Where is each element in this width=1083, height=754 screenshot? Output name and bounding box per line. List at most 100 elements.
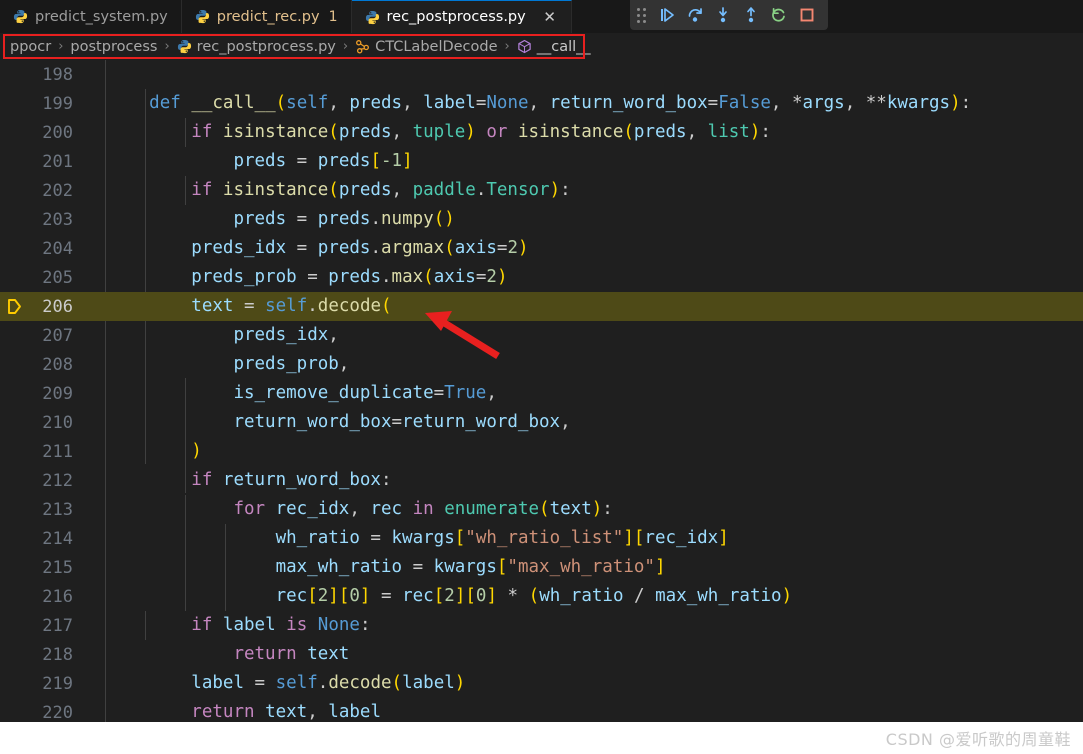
code-text: ) — [191, 441, 202, 461]
code-line-202[interactable]: 202 if isinstance(preds, paddle.Tensor): — [0, 176, 1083, 205]
line-number: 217 — [42, 615, 73, 636]
line-number: 204 — [42, 238, 73, 259]
line-number: 215 — [42, 557, 73, 578]
code-line-205[interactable]: 205 preds_prob = preds.max(axis=2) — [0, 263, 1083, 292]
tab-label: predict_system.py — [35, 8, 168, 25]
code-text: if label is None: — [191, 615, 371, 635]
line-number: 218 — [42, 644, 73, 665]
code-line-200[interactable]: 200 if isinstance(preds, tuple) or isins… — [0, 118, 1083, 147]
line-number: 200 — [42, 122, 73, 143]
code-line-215[interactable]: 215 max_wh_ratio = kwargs["max_wh_ratio"… — [0, 553, 1083, 582]
breadcrumb-item-postprocess[interactable]: postprocess — [70, 39, 157, 55]
method-icon — [518, 39, 531, 54]
breadcrumb: ppocr › postprocess › rec_postprocess.py › CTC… — [0, 33, 1083, 60]
line-number: 207 — [42, 325, 73, 346]
code-line-213[interactable]: 213 for rec_idx, rec in enumerate(text): — [0, 495, 1083, 524]
code-text: is_remove_duplicate=True, — [233, 383, 497, 403]
editor-tab-predict_rec-py[interactable]: predict_rec.py 1 — [181, 0, 352, 33]
code-line-207[interactable]: 207 preds_idx, — [0, 321, 1083, 350]
stop-button[interactable] — [794, 3, 820, 27]
line-number: 202 — [42, 180, 73, 201]
breadcrumb-item-ctclabeldecode[interactable]: CTCLabelDecode — [355, 39, 498, 55]
code-text: return text, label — [191, 702, 381, 722]
step-over-icon — [688, 8, 702, 22]
line-number: 213 — [42, 499, 73, 520]
breadcrumb-label: __call__ — [536, 38, 591, 55]
breadcrumb-label: rec_postprocess.py — [196, 38, 336, 55]
chevron-right-icon: › — [58, 39, 64, 54]
breadcrumb-item---call--[interactable]: __call__ — [517, 39, 591, 55]
breadcrumb-label: ppocr — [10, 38, 52, 55]
breadcrumb-item-ppocr[interactable]: ppocr — [10, 39, 51, 55]
code-line-211[interactable]: 211 ) — [0, 437, 1083, 466]
continue-icon — [661, 8, 674, 22]
chevron-right-icon: › — [504, 39, 510, 54]
line-number: 212 — [42, 470, 73, 491]
editor-tab-rec_postprocess-py[interactable]: rec_postprocess.py ✕ — [351, 0, 572, 33]
code-line-198[interactable]: 198 — [0, 60, 1083, 89]
code-text: preds_prob, — [233, 354, 350, 374]
code-line-199[interactable]: 199 def __call__(self, preds, label=None… — [0, 89, 1083, 118]
code-editor[interactable]: 198 199 def __call__(self, preds, label=N… — [0, 60, 1083, 722]
code-line-217[interactable]: 217 if label is None: — [0, 611, 1083, 640]
tab-badge: 1 — [328, 8, 338, 25]
code-text: return_word_box=return_word_box, — [233, 412, 571, 432]
breadcrumb-item-rec-postprocess-py[interactable]: rec_postprocess.py — [177, 39, 336, 55]
step-into-icon — [719, 7, 727, 23]
code-line-212[interactable]: 212 if return_word_box: — [0, 466, 1083, 495]
code-line-201[interactable]: 201 preds = preds[-1] — [0, 147, 1083, 176]
code-lines: 198 199 def __call__(self, preds, label=N… — [0, 60, 1083, 722]
code-text: preds_idx = preds.argmax(axis=2) — [191, 238, 529, 258]
tab-label: rec_postprocess.py — [386, 9, 526, 25]
code-text: preds = preds.numpy() — [233, 209, 455, 229]
continue-button[interactable] — [654, 3, 680, 27]
code-line-206[interactable]: 206 text = self.decode( — [0, 292, 1083, 321]
code-text: text = self.decode( — [191, 296, 392, 316]
restart-button[interactable] — [766, 3, 792, 27]
close-icon[interactable]: ✕ — [542, 9, 558, 25]
code-text: if isinstance(preds, tuple) or isinstanc… — [191, 122, 771, 142]
code-line-203[interactable]: 203 preds = preds.numpy() — [0, 205, 1083, 234]
code-text: if isinstance(preds, paddle.Tensor): — [191, 180, 571, 200]
code-line-209[interactable]: 209 is_remove_duplicate=True, — [0, 379, 1083, 408]
line-number: 198 — [42, 64, 73, 85]
line-number: 205 — [42, 267, 73, 288]
step-over-button[interactable] — [682, 3, 708, 27]
vscode-window: predict_system.py predict_rec.py 1 rec_post… — [0, 0, 1083, 754]
code-text: for rec_idx, rec in enumerate(text): — [233, 499, 613, 519]
code-line-216[interactable]: 216 rec[2][0] = rec[2][0] * (wh_ratio / … — [0, 582, 1083, 611]
code-text: return text — [233, 644, 350, 664]
page-footer: CSDN @爱听歌的周童鞋 — [0, 722, 1083, 754]
line-number: 210 — [42, 412, 73, 433]
line-number: 219 — [42, 673, 73, 694]
python-icon — [13, 9, 28, 24]
line-number: 211 — [42, 441, 73, 462]
code-text: def __call__(self, preds, label=None, re… — [149, 93, 972, 113]
code-line-210[interactable]: 210 return_word_box=return_word_box, — [0, 408, 1083, 437]
python-icon — [195, 9, 209, 24]
code-text: wh_ratio = kwargs["wh_ratio_list"][rec_i… — [275, 528, 729, 548]
python-icon — [365, 10, 379, 24]
line-number: 199 — [42, 93, 73, 114]
code-line-219[interactable]: 219 label = self.decode(label) — [0, 669, 1083, 698]
drag-handle[interactable] — [634, 7, 648, 23]
editor-tab-predict_system-py[interactable]: predict_system.py — [0, 0, 182, 33]
restart-icon — [772, 7, 785, 22]
code-line-204[interactable]: 204 preds_idx = preds.argmax(axis=2) — [0, 234, 1083, 263]
line-number: 208 — [42, 354, 73, 375]
code-line-208[interactable]: 208 preds_prob, — [0, 350, 1083, 379]
code-line-218[interactable]: 218 return text — [0, 640, 1083, 669]
line-number: 203 — [42, 209, 73, 230]
editor-tab-bar: predict_system.py predict_rec.py 1 rec_post… — [0, 0, 1083, 33]
code-line-220[interactable]: 220 return text, label — [0, 698, 1083, 722]
step-into-button[interactable] — [710, 3, 736, 27]
line-number: 220 — [42, 702, 73, 723]
code-text: if return_word_box: — [191, 470, 392, 490]
code-line-214[interactable]: 214 wh_ratio = kwargs["wh_ratio_list"][r… — [0, 524, 1083, 553]
step-out-button[interactable] — [738, 3, 764, 27]
code-text: label = self.decode(label) — [191, 673, 466, 693]
code-text: rec[2][0] = rec[2][0] * (wh_ratio / max_… — [275, 586, 793, 606]
line-number: 209 — [42, 383, 73, 404]
line-number: 214 — [42, 528, 73, 549]
debug-toolbar — [630, 0, 828, 30]
